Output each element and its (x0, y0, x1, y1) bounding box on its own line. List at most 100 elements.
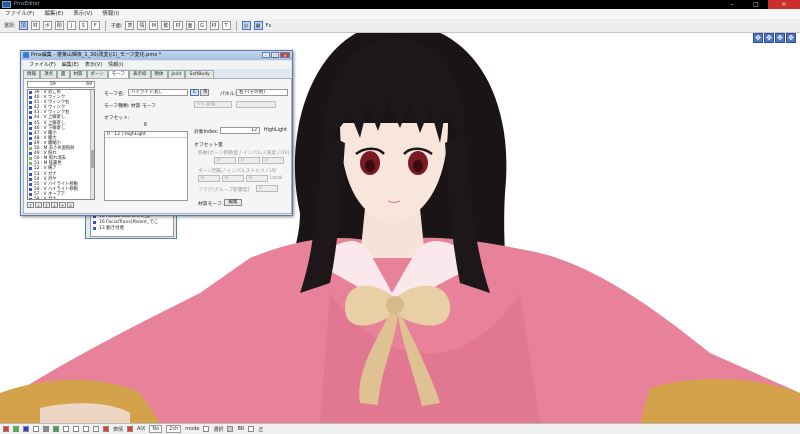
blue-indicator-icon[interactable] (23, 426, 29, 432)
gray-indicator-icon[interactable] (43, 426, 49, 432)
panel-select[interactable]: 右下(その他) (236, 89, 288, 96)
tab-joint[interactable]: Joint (167, 70, 186, 78)
menu-bar: ファイル(F) 編集(E) 表示(V) 情報(I) (0, 9, 800, 19)
face-toggle-button[interactable]: 面 (185, 21, 195, 30)
close-button[interactable]: ✕ (280, 52, 290, 58)
window-controls: – □ ✕ (720, 0, 800, 9)
minimize-button[interactable]: – (720, 0, 744, 9)
joint-select-button[interactable]: J (66, 21, 76, 30)
move-y-input[interactable]: 0 (238, 157, 260, 164)
local-checkbox[interactable]: Local (270, 176, 282, 181)
face-select-button[interactable]: F (90, 21, 100, 30)
move-z-input[interactable]: 0 (262, 157, 284, 164)
red-indicator-icon[interactable] (3, 426, 9, 432)
offset-type-select[interactable] (236, 101, 276, 108)
view-mode-button[interactable]: ◎ (241, 21, 251, 30)
move-down-button[interactable]: ↓ (35, 202, 42, 208)
close-button[interactable]: ✕ (768, 0, 800, 9)
edit-material-button[interactable]: 編集 (224, 199, 242, 206)
tab-softbody[interactable]: SoftBody (185, 70, 214, 78)
rotate-view-icon[interactable]: ✥ (764, 33, 774, 43)
move-x-input[interactable]: 0 (214, 157, 236, 164)
menu-file[interactable]: ファイル(F) (29, 61, 56, 69)
white5-indicator-icon[interactable] (93, 426, 99, 432)
display-toggle-button[interactable]: 表 (125, 21, 135, 30)
menu-view[interactable]: 表示(V) (85, 61, 102, 69)
gray2-indicator-icon[interactable] (227, 426, 234, 432)
rot-y-input[interactable]: 0 (222, 175, 244, 182)
left-pupil (365, 160, 375, 172)
tab-display-frame[interactable]: 表示枠 (129, 70, 151, 78)
add-morph-button[interactable]: + (59, 202, 66, 208)
add-offset-button[interactable]: << 追加 (194, 101, 232, 108)
group-toggle-button[interactable]: G (197, 21, 207, 30)
morph-type-marker-icon (29, 111, 32, 115)
texture-toggle-button[interactable]: T (221, 21, 231, 30)
delete-morph-button[interactable]: × (67, 202, 74, 208)
fx-label[interactable]: Fx (266, 23, 272, 29)
morph-window-menu: ファイル(F) 編集(E) 表示(V) 情報(I) (23, 61, 291, 69)
morph-window-titlebar[interactable]: Pmx編集 - 蓬莱山輝夜_1_30(改変)(1)_モーフ変化.pmx * (21, 51, 292, 60)
softbody-select-button[interactable]: S (78, 21, 88, 30)
info-toggle-button[interactable]: 情 (137, 21, 147, 30)
target-index-input[interactable]: 12 (220, 127, 260, 134)
morph-type-marker-icon (29, 172, 32, 176)
morph-list-item[interactable]: 58 : V ガナ (28, 197, 94, 199)
morph-toggle-button[interactable]: M (149, 21, 159, 30)
motion-toggle-button[interactable]: 動 (161, 21, 171, 30)
menu-edit[interactable]: 編集(E) (62, 61, 79, 69)
morph-name-e-button[interactable]: E (190, 89, 199, 96)
tab-vertex[interactable]: 頂点 (40, 70, 57, 78)
green2-indicator-icon[interactable] (53, 426, 59, 432)
tab-info[interactable]: 情報 (23, 70, 40, 78)
white4-indicator-icon[interactable] (83, 426, 89, 432)
menu-file[interactable]: ファイル(F) (5, 9, 34, 19)
menu-edit[interactable]: 編集(E) (44, 9, 63, 19)
rot-z-input[interactable]: 0 (246, 175, 268, 182)
morph-name-input[interactable]: ハイライト消し (128, 89, 188, 96)
tab-rigid-body[interactable]: 剛体 (150, 70, 168, 78)
mode-select[interactable]: mode (185, 426, 199, 432)
morph-list[interactable]: 39 : V おこめ 40 : V ウィンク 41 : V ウィンク右 42 : V … (27, 89, 95, 200)
material2-toggle-button[interactable]: 材 (209, 21, 219, 30)
offset-list[interactable]: 0 : 12 | HighLight (104, 131, 188, 201)
material-select-button[interactable]: 材 (30, 21, 40, 30)
white7-indicator-icon[interactable] (248, 426, 255, 432)
menu-info[interactable]: 情報(I) (108, 61, 123, 69)
no-field[interactable]: No (149, 425, 163, 433)
white6-indicator-icon[interactable] (203, 426, 210, 432)
maximize-button[interactable]: □ (744, 0, 768, 9)
vertex-select-button[interactable]: 頂 (18, 21, 28, 30)
morph-name-en-button[interactable]: 英 (200, 89, 209, 96)
white2-indicator-icon[interactable] (63, 426, 69, 432)
zoom-view-icon[interactable]: ✥ (775, 33, 785, 43)
red3-indicator-icon[interactable] (127, 426, 134, 432)
menu-view[interactable]: 表示(V) (73, 9, 92, 19)
green-indicator-icon[interactable] (13, 426, 19, 432)
menu-info[interactable]: 情報(I) (102, 9, 119, 19)
grid-toggle-button[interactable]: ▦ (253, 21, 263, 30)
red2-indicator-icon[interactable] (103, 426, 109, 432)
move-top-button[interactable]: ⇑ (43, 202, 50, 208)
minimize-button[interactable]: – (262, 52, 270, 58)
rigid-select-button[interactable]: 剛 (54, 21, 64, 30)
tab-morph[interactable]: モーフ (107, 70, 130, 78)
move-bottom-button[interactable]: ⇓ (51, 202, 58, 208)
material-toggle-button[interactable]: 材 (173, 21, 183, 30)
rot-x-input[interactable]: 0 (198, 175, 220, 182)
maximize-button[interactable]: □ (271, 52, 279, 58)
pan-view-icon[interactable]: ✥ (786, 33, 796, 43)
white-indicator-icon[interactable] (33, 426, 39, 432)
channel-field[interactable]: 2ch (166, 425, 182, 433)
move-up-button[interactable]: ↑ (27, 202, 34, 208)
move-view-icon[interactable]: ✥ (753, 33, 763, 43)
tab-material[interactable]: 材質 (69, 70, 87, 78)
offset-list-row[interactable]: 0 : 12 | HighLight (105, 132, 187, 138)
secondary-list[interactable]: 15 FacialPoseParent_旋 16 FacialTrans(Par… (90, 213, 174, 237)
list-item[interactable]: 13 動き付者 (91, 226, 173, 232)
flag-input[interactable]: 0 (256, 185, 278, 192)
tab-bone[interactable]: ボーン (86, 70, 108, 78)
bone-select-button[interactable]: ボ (42, 21, 52, 30)
white3-indicator-icon[interactable] (73, 426, 79, 432)
tab-face[interactable]: 面 (57, 70, 70, 78)
